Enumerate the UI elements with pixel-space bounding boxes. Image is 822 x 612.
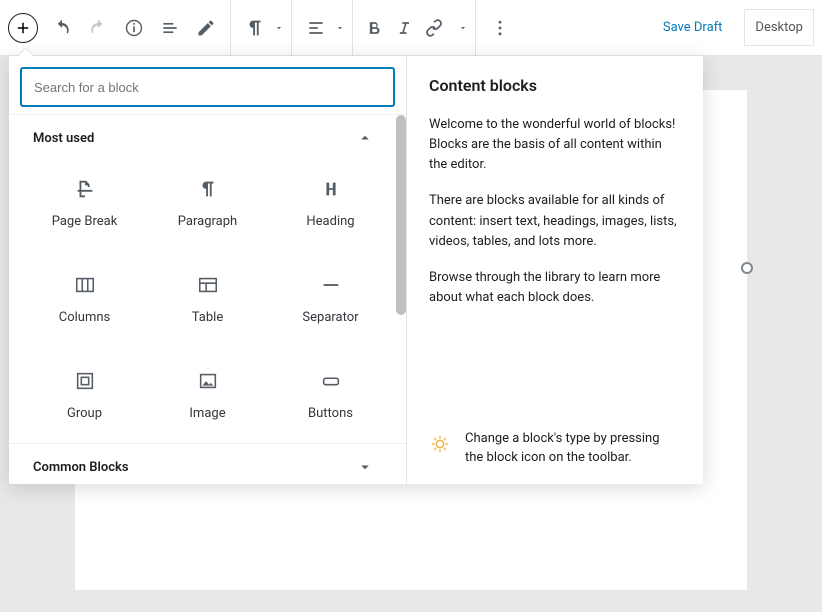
paragraph-tool-icon[interactable] bbox=[237, 10, 273, 46]
block-label: Image bbox=[189, 406, 225, 421]
tip-text: Change a block's type by pressing the bl… bbox=[465, 430, 681, 468]
block-label: Group bbox=[67, 406, 102, 421]
image-icon bbox=[197, 366, 219, 396]
align-chevron[interactable] bbox=[334, 23, 346, 33]
table-icon bbox=[197, 270, 219, 300]
block-page-break[interactable]: Page Break bbox=[23, 161, 146, 241]
category-label: Common Blocks bbox=[33, 460, 129, 475]
edit-button[interactable] bbox=[188, 10, 224, 46]
scrollbar-thumb[interactable] bbox=[396, 115, 406, 315]
lightbulb-icon bbox=[429, 433, 451, 462]
redo-button[interactable] bbox=[80, 10, 116, 46]
category-most-used[interactable]: Most used bbox=[9, 115, 406, 161]
paragraph-icon bbox=[197, 174, 219, 204]
undo-button[interactable] bbox=[44, 10, 80, 46]
category-label: Most used bbox=[33, 131, 94, 146]
content-blocks-p2: There are blocks available for all kinds… bbox=[429, 191, 681, 251]
block-columns[interactable]: Columns bbox=[23, 257, 146, 337]
editor-toolbar: Save Draft Desktop bbox=[0, 0, 822, 56]
outline-button[interactable] bbox=[152, 10, 188, 46]
block-label: Buttons bbox=[308, 406, 353, 421]
separator-icon bbox=[320, 270, 342, 300]
content-blocks-p1: Welcome to the wonderful world of blocks… bbox=[429, 115, 681, 175]
block-separator[interactable]: Separator bbox=[269, 257, 392, 337]
block-table[interactable]: Table bbox=[146, 257, 269, 337]
block-image[interactable]: Image bbox=[146, 353, 269, 433]
add-block-button[interactable] bbox=[8, 13, 38, 43]
block-label: Paragraph bbox=[178, 214, 237, 229]
align-button[interactable] bbox=[298, 10, 334, 46]
resize-handle-icon[interactable] bbox=[741, 262, 753, 274]
block-label: Table bbox=[192, 310, 223, 325]
search-input[interactable] bbox=[21, 68, 394, 106]
paragraph-tool-chevron[interactable] bbox=[273, 23, 285, 33]
block-label: Heading bbox=[306, 214, 354, 229]
chevron-down-icon bbox=[356, 458, 374, 476]
block-group[interactable]: Group bbox=[23, 353, 146, 433]
format-more-chevron[interactable] bbox=[457, 23, 469, 33]
group-icon bbox=[74, 366, 96, 396]
block-inserter-panel: Most used Page Break Paragraph Heading bbox=[9, 56, 703, 484]
category-common-blocks[interactable]: Common Blocks bbox=[9, 443, 406, 484]
block-label: Separator bbox=[302, 310, 358, 325]
blocks-grid: Page Break Paragraph Heading Columns Tab… bbox=[9, 161, 406, 443]
italic-button[interactable] bbox=[389, 10, 419, 46]
columns-icon bbox=[74, 270, 96, 300]
buttons-icon bbox=[320, 366, 342, 396]
bold-button[interactable] bbox=[359, 10, 389, 46]
block-paragraph[interactable]: Paragraph bbox=[146, 161, 269, 241]
page-break-icon bbox=[74, 174, 96, 204]
block-label: Columns bbox=[59, 310, 111, 325]
content-blocks-title: Content blocks bbox=[429, 76, 681, 95]
preview-mode-button[interactable]: Desktop bbox=[744, 9, 814, 46]
tip-row: Change a block's type by pressing the bl… bbox=[429, 420, 681, 468]
link-button[interactable] bbox=[419, 10, 449, 46]
block-buttons[interactable]: Buttons bbox=[269, 353, 392, 433]
block-label: Page Break bbox=[52, 214, 118, 229]
save-draft-button[interactable]: Save Draft bbox=[653, 14, 733, 41]
info-button[interactable] bbox=[116, 10, 152, 46]
more-options-button[interactable] bbox=[482, 10, 518, 46]
heading-icon bbox=[320, 174, 342, 204]
block-heading[interactable]: Heading bbox=[269, 161, 392, 241]
inserter-right-pane: Content blocks Welcome to the wonderful … bbox=[407, 56, 703, 484]
chevron-up-icon bbox=[356, 129, 374, 147]
inserter-left-pane: Most used Page Break Paragraph Heading bbox=[9, 56, 407, 484]
inserter-scroll[interactable]: Most used Page Break Paragraph Heading bbox=[9, 114, 406, 484]
content-blocks-p3: Browse through the library to learn more… bbox=[429, 268, 681, 308]
